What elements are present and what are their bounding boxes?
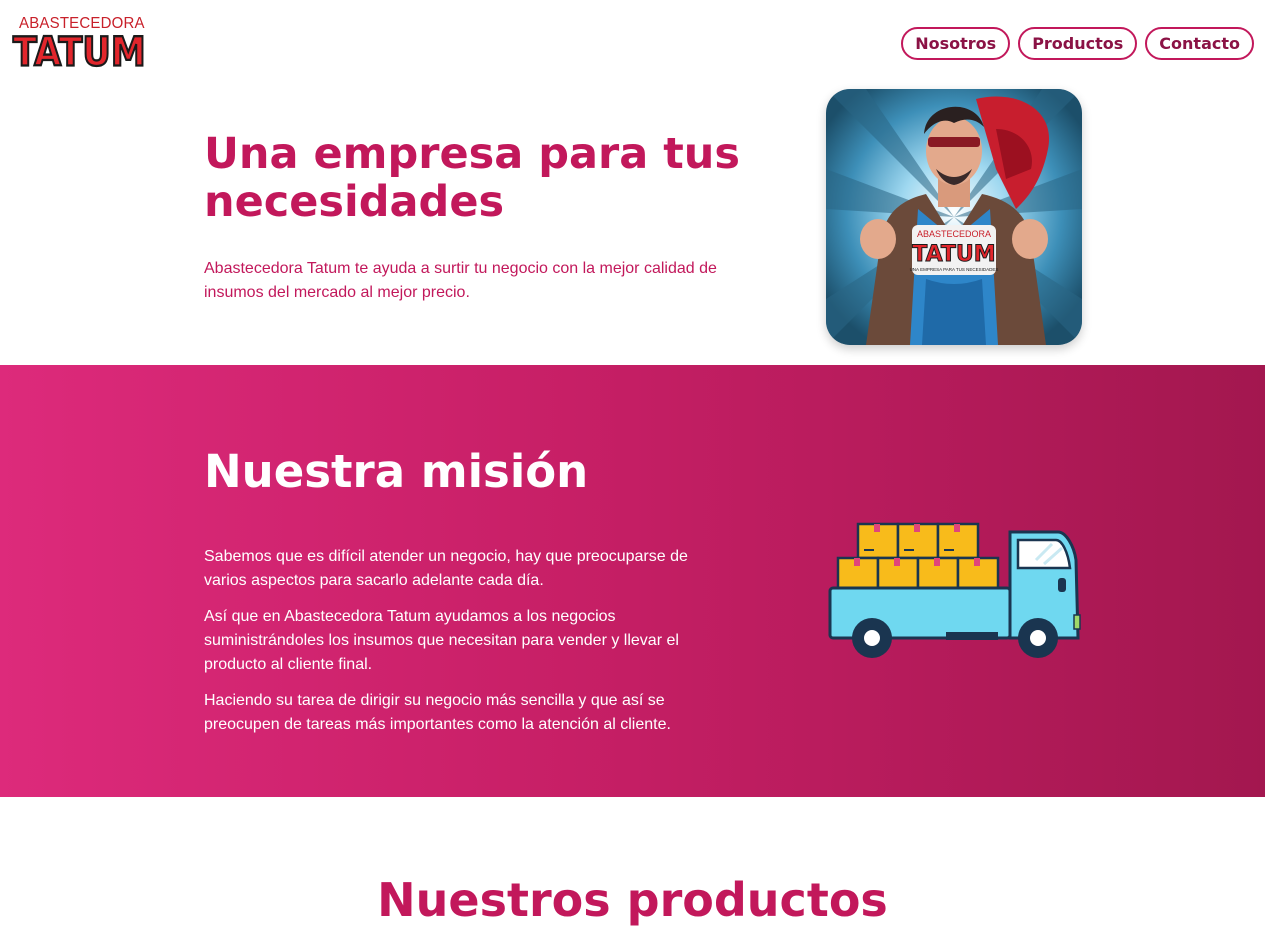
products-title: Nuestros productos: [377, 873, 888, 927]
superhero-icon: ABASTECEDORA TATUM UNA EMPRESA PARA TUS …: [826, 89, 1082, 345]
badge-main-text: TATUM: [912, 242, 995, 267]
mission-text-block: Sabemos que es difícil atender un negoci…: [204, 545, 724, 749]
delivery-truck-icon: [828, 522, 1081, 658]
mission-section: Nuestra misión Sabemos que es difícil at…: [0, 365, 1265, 797]
hero-description: Abastecedora Tatum te ayuda a surtir tu …: [204, 260, 717, 301]
site-header: ABASTECEDORA TATUM Nosotros Productos Co…: [0, 0, 1265, 88]
badge-sub-text: UNA EMPRESA PARA TUS NECESIDADES: [910, 267, 999, 272]
truck-illustration: [826, 520, 1082, 665]
logo-main-text: TATUM: [12, 29, 147, 77]
mission-paragraph-3: Haciendo su tarea de dirigir su negocio …: [204, 692, 671, 733]
nav-nosotros-button[interactable]: Nosotros: [901, 27, 1011, 60]
mission-title: Nuestra misión: [204, 445, 589, 498]
superhero-illustration: ABASTECEDORA TATUM UNA EMPRESA PARA TUS …: [826, 89, 1082, 345]
badge-top-text: ABASTECEDORA: [917, 229, 991, 239]
mission-paragraph-2: Así que en Abastecedora Tatum ayudamos a…: [204, 608, 679, 673]
logo[interactable]: ABASTECEDORA TATUM: [12, 14, 147, 78]
hero-title: Una empresa para tus necesidades: [204, 129, 740, 227]
nav-contacto-button[interactable]: Contacto: [1145, 27, 1254, 60]
nav-productos-button[interactable]: Productos: [1018, 27, 1138, 60]
mission-paragraph-1: Sabemos que es difícil atender un negoci…: [204, 548, 688, 589]
main-nav: Nosotros Productos Contacto: [901, 27, 1254, 60]
